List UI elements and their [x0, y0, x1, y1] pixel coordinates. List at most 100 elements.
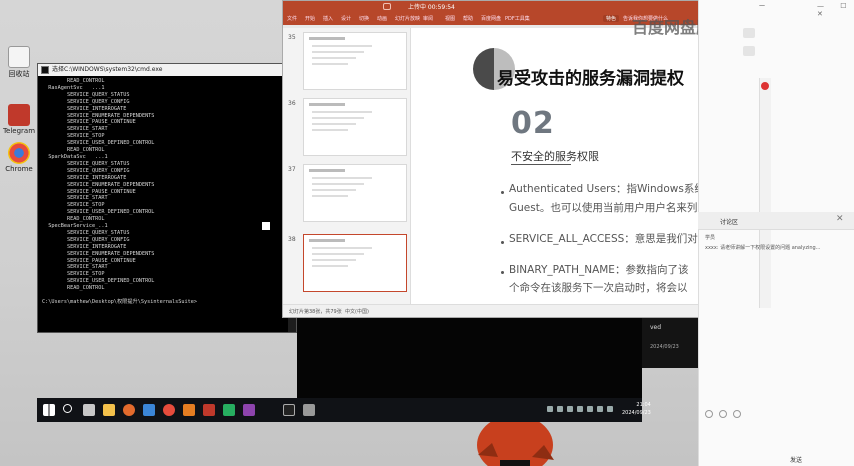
app-icon-red[interactable] — [203, 404, 215, 416]
window-controls[interactable]: — ☐ ✕ — [817, 2, 854, 18]
chat-panel: — — ☐ ✕ — [698, 0, 854, 466]
ribbon-tab[interactable]: PDF工具集 — [505, 15, 530, 22]
tray-icon[interactable] — [547, 406, 553, 412]
app-icon-green[interactable] — [223, 404, 235, 416]
attach-icon[interactable] — [733, 410, 741, 418]
cmd-line: SERVICE_PAUSE_CONTINUE — [42, 257, 136, 264]
chrome-taskbar-icon[interactable] — [163, 404, 175, 416]
chat-username: 学员 — [705, 235, 716, 241]
ribbon-tab[interactable]: 特色 — [603, 15, 620, 22]
slide-thumbnail[interactable] — [303, 234, 407, 292]
ribbon-tab[interactable]: 视图 — [445, 15, 455, 22]
tray-icon[interactable] — [587, 406, 593, 412]
dark-overlay — [297, 318, 642, 398]
ribbon-tab[interactable]: 文件 — [287, 15, 297, 22]
taskbar: 21:04 2024/09/23 — [37, 398, 651, 422]
cmd-line: SERVICE_PAUSE_CONTINUE — [42, 119, 136, 126]
ribbon-tab[interactable]: 插入 — [323, 15, 333, 22]
tray-icon[interactable] — [607, 406, 613, 412]
cmd-line: RasAgentSvc ...1 — [42, 84, 105, 91]
close-icon[interactable]: ✕ — [836, 214, 844, 224]
cmd-line: SERVICE_ENUMERATE_DEPENDENTS — [42, 250, 155, 257]
clock-time: 21:04 — [636, 402, 651, 408]
cmd-line: C:\Users\mathew\Desktop\权限提升\Sysinternal… — [42, 299, 198, 305]
cmd-line: READ_CONTROL — [42, 78, 105, 84]
chat-header-title: 讨论区 — [720, 219, 739, 226]
cmd-line: READ_CONTROL — [42, 285, 105, 292]
cmd-line: SERVICE_QUERY_CONFIG — [42, 236, 130, 243]
cmd-window[interactable]: 选择C:\WINDOWS\system32\cmd.exe READ_CONTR… — [37, 63, 297, 333]
desktop-icon-telegram[interactable]: Telegram — [2, 104, 36, 135]
tray-icon[interactable] — [557, 406, 563, 412]
thumb-text-placeholder — [312, 111, 372, 113]
chat-window-title: — — [759, 2, 765, 9]
thumb-text-placeholder — [312, 183, 364, 185]
cmd-line: SERVICE_USER_DEFINED_CONTROL — [42, 209, 155, 216]
ribbon-tab[interactable]: 审阅 — [423, 15, 433, 22]
subtitle-underline — [511, 164, 571, 165]
cmd-line: SparkDataSvc ...1 — [42, 153, 108, 160]
cmd-output[interactable]: READ_CONTROL RasAgentSvc ...1 SERVICE_QU… — [38, 76, 296, 332]
cmd-titlebar[interactable]: 选择C:\WINDOWS\system32\cmd.exe — [38, 64, 296, 76]
desktop-icon-chrome[interactable]: Chrome — [2, 142, 36, 173]
slide-section-number: 02 — [511, 106, 555, 141]
language-indicator[interactable]: 中文(中国) — [345, 308, 369, 315]
cmd-line: SERVICE_STOP — [42, 271, 105, 278]
image-icon[interactable] — [719, 410, 727, 418]
save-icon[interactable] — [383, 3, 391, 10]
slide-thumbnail[interactable] — [303, 98, 407, 156]
thumb-text-placeholder — [312, 195, 348, 197]
app-icon-blue[interactable] — [143, 404, 155, 416]
side-toolbar — [759, 78, 771, 308]
cmd-line: SERVICE_QUERY_STATUS — [42, 160, 130, 167]
emoji-icon[interactable] — [705, 410, 713, 418]
cmd-line: SERVICE_INTERROGATE — [42, 243, 127, 250]
ribbon-tab[interactable]: 百度网盘 — [481, 15, 501, 22]
thumb-text-placeholder — [312, 45, 372, 47]
ribbon-tab[interactable]: 幻灯片放映 — [395, 15, 420, 22]
cmd-line: SERVICE_QUERY_STATUS — [42, 91, 130, 98]
ribbon-tab[interactable]: 开始 — [305, 15, 315, 22]
cmd-line: SERVICE_PAUSE_CONTINUE — [42, 188, 136, 195]
task-view-icon[interactable] — [83, 404, 95, 416]
record-icon[interactable] — [761, 82, 769, 90]
cmd-line: SERVICE_QUERY_CONFIG — [42, 167, 130, 174]
tray-icon[interactable] — [597, 406, 603, 412]
slide-thumbnail[interactable] — [303, 32, 407, 90]
clock-date: 2024/09/23 — [622, 410, 651, 416]
app-icon-orange[interactable] — [183, 404, 195, 416]
ppt-doc-title: 上传中 00:59:54 — [408, 4, 455, 11]
app-icon-purple[interactable] — [243, 404, 255, 416]
file-explorer-icon[interactable] — [103, 404, 115, 416]
thumb-title-placeholder — [309, 103, 345, 106]
thumb-text-placeholder — [312, 253, 364, 255]
thumb-text-placeholder — [312, 57, 356, 59]
app-icon-gray[interactable] — [303, 404, 315, 416]
cmd-line — [42, 292, 292, 299]
slide-thumbnails-panel[interactable]: 35 36 37 38 — [283, 28, 411, 304]
thumb-text-placeholder — [312, 189, 356, 191]
tray-icon[interactable] — [577, 406, 583, 412]
desktop-icon-recycle-bin[interactable]: 回收站 — [2, 46, 36, 79]
cmd-taskbar-icon[interactable] — [283, 404, 295, 416]
ribbon-tab[interactable]: 动画 — [377, 15, 387, 22]
thumb-text-placeholder — [312, 51, 364, 53]
cmd-line: READ_CONTROL — [42, 147, 105, 154]
cmd-line: SERVICE_STOP — [42, 202, 105, 209]
chat-toolbar — [705, 410, 845, 420]
taskbar-clock[interactable]: 21:04 2024/09/23 — [622, 401, 651, 417]
search-icon[interactable] — [63, 404, 72, 413]
thumb-text-placeholder — [312, 177, 372, 179]
windows-start-icon[interactable] — [43, 404, 55, 416]
chat-header: 讨论区 ✕ — [698, 212, 854, 230]
slide-thumbnail[interactable] — [303, 164, 407, 222]
ribbon-tab[interactable]: 设计 — [341, 15, 351, 22]
browser-icon[interactable] — [123, 404, 135, 416]
tray-icon[interactable] — [567, 406, 573, 412]
send-button[interactable]: 发送 — [790, 455, 802, 464]
ribbon-tab[interactable]: 帮助 — [463, 15, 473, 22]
panel-button[interactable] — [743, 46, 755, 56]
panel-button[interactable] — [743, 28, 755, 38]
ribbon-tab[interactable]: 切换 — [359, 15, 369, 22]
cmd-line: SERVICE_INTERROGATE — [42, 105, 127, 112]
